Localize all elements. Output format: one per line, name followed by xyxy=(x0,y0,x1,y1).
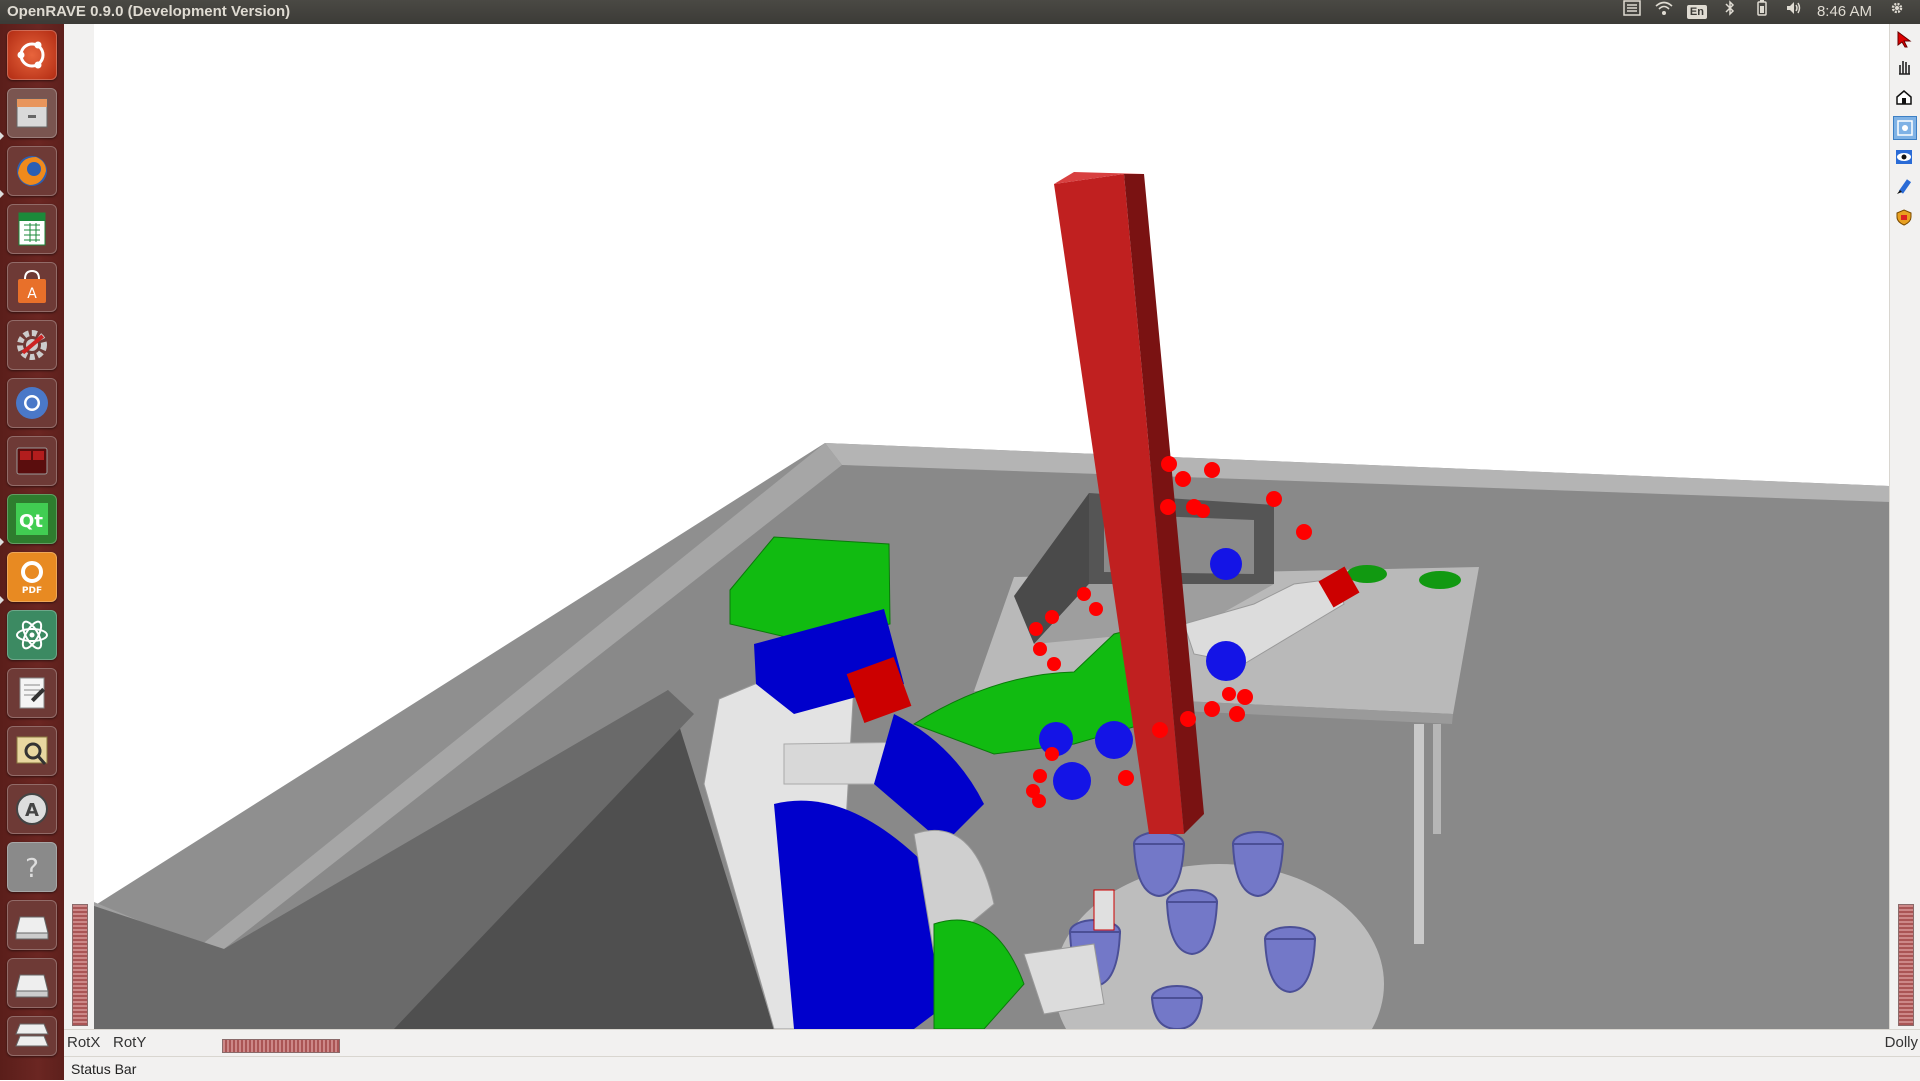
svg-text:PDF: PDF xyxy=(22,586,42,596)
launcher-drive-1[interactable] xyxy=(7,900,57,950)
thumbwheel-bar: RotX RotY Dolly xyxy=(64,1029,1920,1057)
physics-tool[interactable] xyxy=(1893,206,1915,228)
left-wheel-strip xyxy=(64,24,95,1029)
roty-label: RotY xyxy=(113,1034,147,1051)
launcher-drive-2[interactable] xyxy=(7,958,57,1008)
bottle xyxy=(1093,889,1115,931)
svg-text:?: ? xyxy=(25,854,39,884)
text-editor-icon xyxy=(19,677,46,709)
table-leg xyxy=(1433,724,1441,834)
launcher-firefox[interactable] xyxy=(7,146,57,196)
launcher-software-center[interactable]: A xyxy=(7,262,57,312)
launcher: A Qt PDF A ? xyxy=(0,24,64,1080)
launcher-atom[interactable] xyxy=(7,610,57,660)
hand-icon xyxy=(1899,61,1910,75)
select-pointer-tool[interactable] xyxy=(1893,28,1915,50)
dolly-label: Dolly xyxy=(1884,1034,1918,1051)
shield-icon xyxy=(1896,209,1912,226)
running-indicator xyxy=(0,190,4,198)
view-all-icon xyxy=(1897,120,1913,136)
menu-icon[interactable] xyxy=(1623,0,1641,24)
rotx-label: RotX xyxy=(67,1034,101,1051)
svg-text:A: A xyxy=(27,286,37,302)
pan-hand-tool[interactable] xyxy=(1893,56,1915,78)
gear-icon[interactable] xyxy=(1888,0,1906,24)
camera-view-tool[interactable] xyxy=(1893,146,1915,168)
launcher-terminal[interactable] xyxy=(7,436,57,486)
dolly-wheel[interactable] xyxy=(1898,904,1914,1026)
window-title: OpenRAVE 0.9.0 (Development Version) xyxy=(7,3,291,20)
launcher-system-settings[interactable] xyxy=(7,320,57,370)
launcher-foxit-pdf[interactable]: PDF xyxy=(7,552,57,602)
roty-wheel[interactable] xyxy=(222,1039,340,1053)
firefox-icon xyxy=(17,156,47,186)
green-disc xyxy=(1347,565,1387,583)
system-tray: En 8:46 AM xyxy=(1623,0,1920,24)
spreadsheet-icon xyxy=(18,212,46,246)
arrow-pointer-icon xyxy=(1897,31,1912,48)
top-panel: OpenRAVE 0.9.0 (Development Version) En … xyxy=(0,0,1920,24)
pdf-icon: PDF xyxy=(21,561,43,596)
file-cabinet-icon xyxy=(16,98,48,128)
status-text: Status Bar xyxy=(71,1061,137,1077)
qt-icon: Qt xyxy=(16,503,48,535)
home-icon xyxy=(1896,90,1912,105)
eye-icon xyxy=(1896,150,1912,164)
launcher-help[interactable]: ? xyxy=(7,842,57,892)
drive-icon xyxy=(15,916,49,940)
atom-icon xyxy=(16,620,48,650)
shopping-bag-icon: A xyxy=(18,269,46,303)
terminal-icon xyxy=(16,447,48,475)
chromium-icon xyxy=(16,387,48,419)
launcher-libreoffice-calc[interactable] xyxy=(7,204,57,254)
keyboard-layout-indicator[interactable]: En xyxy=(1686,5,1707,19)
launcher-dash-home[interactable] xyxy=(7,30,57,80)
launcher-files[interactable] xyxy=(7,88,57,138)
wifi-icon[interactable] xyxy=(1655,0,1673,24)
3d-viewport[interactable] xyxy=(94,24,1889,1029)
launcher-text-editor[interactable] xyxy=(7,668,57,718)
clock[interactable]: 8:46 AM xyxy=(1817,0,1872,24)
green-disc xyxy=(1419,571,1461,589)
workspaces-icon xyxy=(15,1023,49,1047)
home-view-tool[interactable] xyxy=(1893,86,1915,108)
launcher-software-updater[interactable]: A xyxy=(7,784,57,834)
running-indicator xyxy=(0,132,4,140)
drive-icon xyxy=(15,974,49,998)
launcher-image-viewer[interactable] xyxy=(7,726,57,776)
launcher-workspaces[interactable] xyxy=(7,1016,57,1056)
launcher-chromium[interactable] xyxy=(7,378,57,428)
right-toolbar-strip xyxy=(1889,24,1920,1029)
status-bar: Status Bar xyxy=(64,1056,1920,1081)
battery-icon[interactable] xyxy=(1753,0,1771,24)
svg-text:Qt: Qt xyxy=(19,511,43,532)
table-leg xyxy=(1414,724,1424,944)
svg-text:A: A xyxy=(25,800,39,821)
launcher-qt-creator[interactable]: Qt xyxy=(7,494,57,544)
settings-wrench-icon xyxy=(17,330,47,360)
updater-icon: A xyxy=(16,793,48,825)
question-mark-icon: ? xyxy=(25,854,39,884)
ubuntu-logo-icon xyxy=(17,41,45,69)
collision-tool[interactable] xyxy=(1893,176,1915,198)
pen-icon xyxy=(1897,179,1912,194)
bluetooth-icon[interactable] xyxy=(1721,0,1739,24)
rotx-wheel[interactable] xyxy=(72,904,88,1026)
running-indicator xyxy=(0,596,4,604)
volume-icon[interactable] xyxy=(1785,0,1803,24)
running-indicator xyxy=(0,538,4,546)
scene-render xyxy=(94,172,1889,1029)
image-viewer-icon xyxy=(16,736,48,765)
view-all-tool[interactable] xyxy=(1893,116,1917,140)
